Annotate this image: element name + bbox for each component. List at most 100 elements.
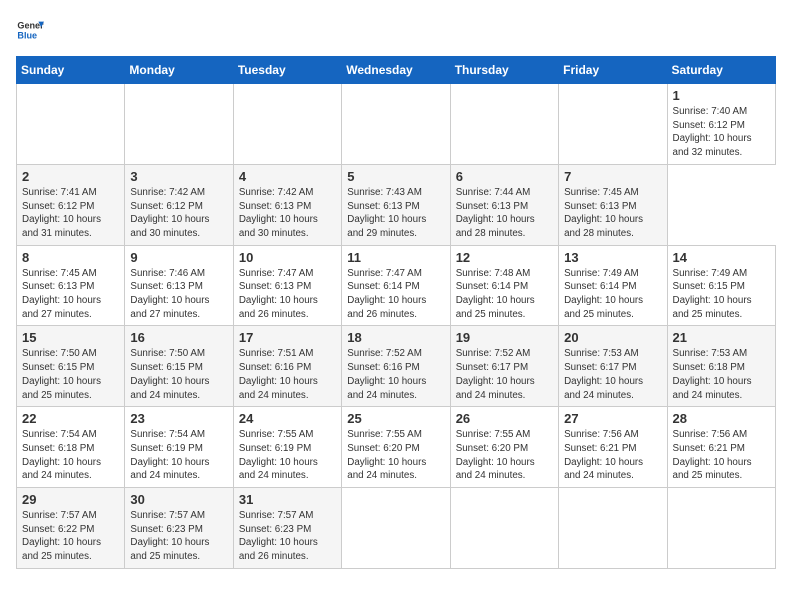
- day-number: 30: [130, 492, 227, 507]
- day-info: Sunrise: 7:49 AMSunset: 6:15 PMDaylight:…: [673, 268, 752, 320]
- day-info: Sunrise: 7:55 AMSunset: 6:19 PMDaylight:…: [239, 429, 318, 481]
- day-number: 13: [564, 250, 661, 265]
- day-number: 28: [673, 411, 770, 426]
- day-info: Sunrise: 7:43 AMSunset: 6:13 PMDaylight:…: [347, 187, 426, 239]
- day-info: Sunrise: 7:57 AMSunset: 6:23 PMDaylight:…: [130, 510, 209, 562]
- day-number: 12: [456, 250, 553, 265]
- day-header-thursday: Thursday: [450, 57, 558, 84]
- day-number: 6: [456, 169, 553, 184]
- day-info: Sunrise: 7:56 AMSunset: 6:21 PMDaylight:…: [673, 429, 752, 481]
- day-info: Sunrise: 7:49 AMSunset: 6:14 PMDaylight:…: [564, 268, 643, 320]
- day-number: 11: [347, 250, 444, 265]
- logo-icon: General Blue: [16, 16, 44, 44]
- calendar-cell: [667, 488, 775, 569]
- day-number: 20: [564, 330, 661, 345]
- calendar-cell: 17 Sunrise: 7:51 AMSunset: 6:16 PMDaylig…: [233, 326, 341, 407]
- day-number: 7: [564, 169, 661, 184]
- calendar-cell: [17, 84, 125, 165]
- day-number: 24: [239, 411, 336, 426]
- calendar-week-row: 29 Sunrise: 7:57 AMSunset: 6:22 PMDaylig…: [17, 488, 776, 569]
- calendar-cell: 12 Sunrise: 7:48 AMSunset: 6:14 PMDaylig…: [450, 245, 558, 326]
- day-info: Sunrise: 7:57 AMSunset: 6:22 PMDaylight:…: [22, 510, 101, 562]
- day-info: Sunrise: 7:45 AMSunset: 6:13 PMDaylight:…: [564, 187, 643, 239]
- calendar-cell: 10 Sunrise: 7:47 AMSunset: 6:13 PMDaylig…: [233, 245, 341, 326]
- calendar-cell: 31 Sunrise: 7:57 AMSunset: 6:23 PMDaylig…: [233, 488, 341, 569]
- day-number: 1: [673, 88, 770, 103]
- calendar-cell: [342, 488, 450, 569]
- calendar-cell: 13 Sunrise: 7:49 AMSunset: 6:14 PMDaylig…: [559, 245, 667, 326]
- day-header-wednesday: Wednesday: [342, 57, 450, 84]
- day-number: 23: [130, 411, 227, 426]
- calendar-cell: 9 Sunrise: 7:46 AMSunset: 6:13 PMDayligh…: [125, 245, 233, 326]
- day-info: Sunrise: 7:41 AMSunset: 6:12 PMDaylight:…: [22, 187, 101, 239]
- calendar-body: 1 Sunrise: 7:40 AMSunset: 6:12 PMDayligh…: [17, 84, 776, 569]
- day-info: Sunrise: 7:42 AMSunset: 6:13 PMDaylight:…: [239, 187, 318, 239]
- day-info: Sunrise: 7:47 AMSunset: 6:14 PMDaylight:…: [347, 268, 426, 320]
- calendar-cell: 18 Sunrise: 7:52 AMSunset: 6:16 PMDaylig…: [342, 326, 450, 407]
- day-info: Sunrise: 7:46 AMSunset: 6:13 PMDaylight:…: [130, 268, 209, 320]
- calendar-cell: 27 Sunrise: 7:56 AMSunset: 6:21 PMDaylig…: [559, 407, 667, 488]
- day-number: 31: [239, 492, 336, 507]
- calendar-cell: [450, 488, 558, 569]
- calendar-cell: 3 Sunrise: 7:42 AMSunset: 6:12 PMDayligh…: [125, 164, 233, 245]
- day-number: 9: [130, 250, 227, 265]
- day-header-monday: Monday: [125, 57, 233, 84]
- calendar-cell: [342, 84, 450, 165]
- calendar-cell: [559, 488, 667, 569]
- svg-text:Blue: Blue: [17, 30, 37, 40]
- day-info: Sunrise: 7:52 AMSunset: 6:16 PMDaylight:…: [347, 348, 426, 400]
- day-number: 18: [347, 330, 444, 345]
- calendar-cell: 16 Sunrise: 7:50 AMSunset: 6:15 PMDaylig…: [125, 326, 233, 407]
- calendar-week-row: 1 Sunrise: 7:40 AMSunset: 6:12 PMDayligh…: [17, 84, 776, 165]
- day-info: Sunrise: 7:54 AMSunset: 6:18 PMDaylight:…: [22, 429, 101, 481]
- day-number: 22: [22, 411, 119, 426]
- day-number: 17: [239, 330, 336, 345]
- day-info: Sunrise: 7:53 AMSunset: 6:18 PMDaylight:…: [673, 348, 752, 400]
- calendar-cell: [559, 84, 667, 165]
- day-number: 4: [239, 169, 336, 184]
- day-info: Sunrise: 7:56 AMSunset: 6:21 PMDaylight:…: [564, 429, 643, 481]
- calendar-cell: 11 Sunrise: 7:47 AMSunset: 6:14 PMDaylig…: [342, 245, 450, 326]
- day-info: Sunrise: 7:40 AMSunset: 6:12 PMDaylight:…: [673, 106, 752, 158]
- calendar-cell: 28 Sunrise: 7:56 AMSunset: 6:21 PMDaylig…: [667, 407, 775, 488]
- day-info: Sunrise: 7:47 AMSunset: 6:13 PMDaylight:…: [239, 268, 318, 320]
- calendar-cell: 19 Sunrise: 7:52 AMSunset: 6:17 PMDaylig…: [450, 326, 558, 407]
- calendar-cell: 24 Sunrise: 7:55 AMSunset: 6:19 PMDaylig…: [233, 407, 341, 488]
- calendar-cell: 8 Sunrise: 7:45 AMSunset: 6:13 PMDayligh…: [17, 245, 125, 326]
- day-header-saturday: Saturday: [667, 57, 775, 84]
- day-number: 14: [673, 250, 770, 265]
- day-number: 21: [673, 330, 770, 345]
- page-header: General Blue: [16, 16, 776, 44]
- day-number: 25: [347, 411, 444, 426]
- day-info: Sunrise: 7:51 AMSunset: 6:16 PMDaylight:…: [239, 348, 318, 400]
- day-info: Sunrise: 7:57 AMSunset: 6:23 PMDaylight:…: [239, 510, 318, 562]
- day-number: 15: [22, 330, 119, 345]
- day-info: Sunrise: 7:52 AMSunset: 6:17 PMDaylight:…: [456, 348, 535, 400]
- calendar-cell: 1 Sunrise: 7:40 AMSunset: 6:12 PMDayligh…: [667, 84, 775, 165]
- day-number: 8: [22, 250, 119, 265]
- day-number: 2: [22, 169, 119, 184]
- day-number: 10: [239, 250, 336, 265]
- calendar-cell: 7 Sunrise: 7:45 AMSunset: 6:13 PMDayligh…: [559, 164, 667, 245]
- day-number: 3: [130, 169, 227, 184]
- day-info: Sunrise: 7:54 AMSunset: 6:19 PMDaylight:…: [130, 429, 209, 481]
- calendar-cell: 21 Sunrise: 7:53 AMSunset: 6:18 PMDaylig…: [667, 326, 775, 407]
- day-number: 5: [347, 169, 444, 184]
- calendar-cell: 20 Sunrise: 7:53 AMSunset: 6:17 PMDaylig…: [559, 326, 667, 407]
- calendar-header-row: SundayMondayTuesdayWednesdayThursdayFrid…: [17, 57, 776, 84]
- day-info: Sunrise: 7:53 AMSunset: 6:17 PMDaylight:…: [564, 348, 643, 400]
- day-header-sunday: Sunday: [17, 57, 125, 84]
- calendar-week-row: 15 Sunrise: 7:50 AMSunset: 6:15 PMDaylig…: [17, 326, 776, 407]
- calendar-cell: 25 Sunrise: 7:55 AMSunset: 6:20 PMDaylig…: [342, 407, 450, 488]
- calendar-week-row: 22 Sunrise: 7:54 AMSunset: 6:18 PMDaylig…: [17, 407, 776, 488]
- calendar-cell: 6 Sunrise: 7:44 AMSunset: 6:13 PMDayligh…: [450, 164, 558, 245]
- calendar-table: SundayMondayTuesdayWednesdayThursdayFrid…: [16, 56, 776, 569]
- calendar-cell: [450, 84, 558, 165]
- calendar-cell: 30 Sunrise: 7:57 AMSunset: 6:23 PMDaylig…: [125, 488, 233, 569]
- day-number: 29: [22, 492, 119, 507]
- day-info: Sunrise: 7:45 AMSunset: 6:13 PMDaylight:…: [22, 268, 101, 320]
- calendar-cell: 26 Sunrise: 7:55 AMSunset: 6:20 PMDaylig…: [450, 407, 558, 488]
- day-header-friday: Friday: [559, 57, 667, 84]
- calendar-cell: [125, 84, 233, 165]
- day-number: 27: [564, 411, 661, 426]
